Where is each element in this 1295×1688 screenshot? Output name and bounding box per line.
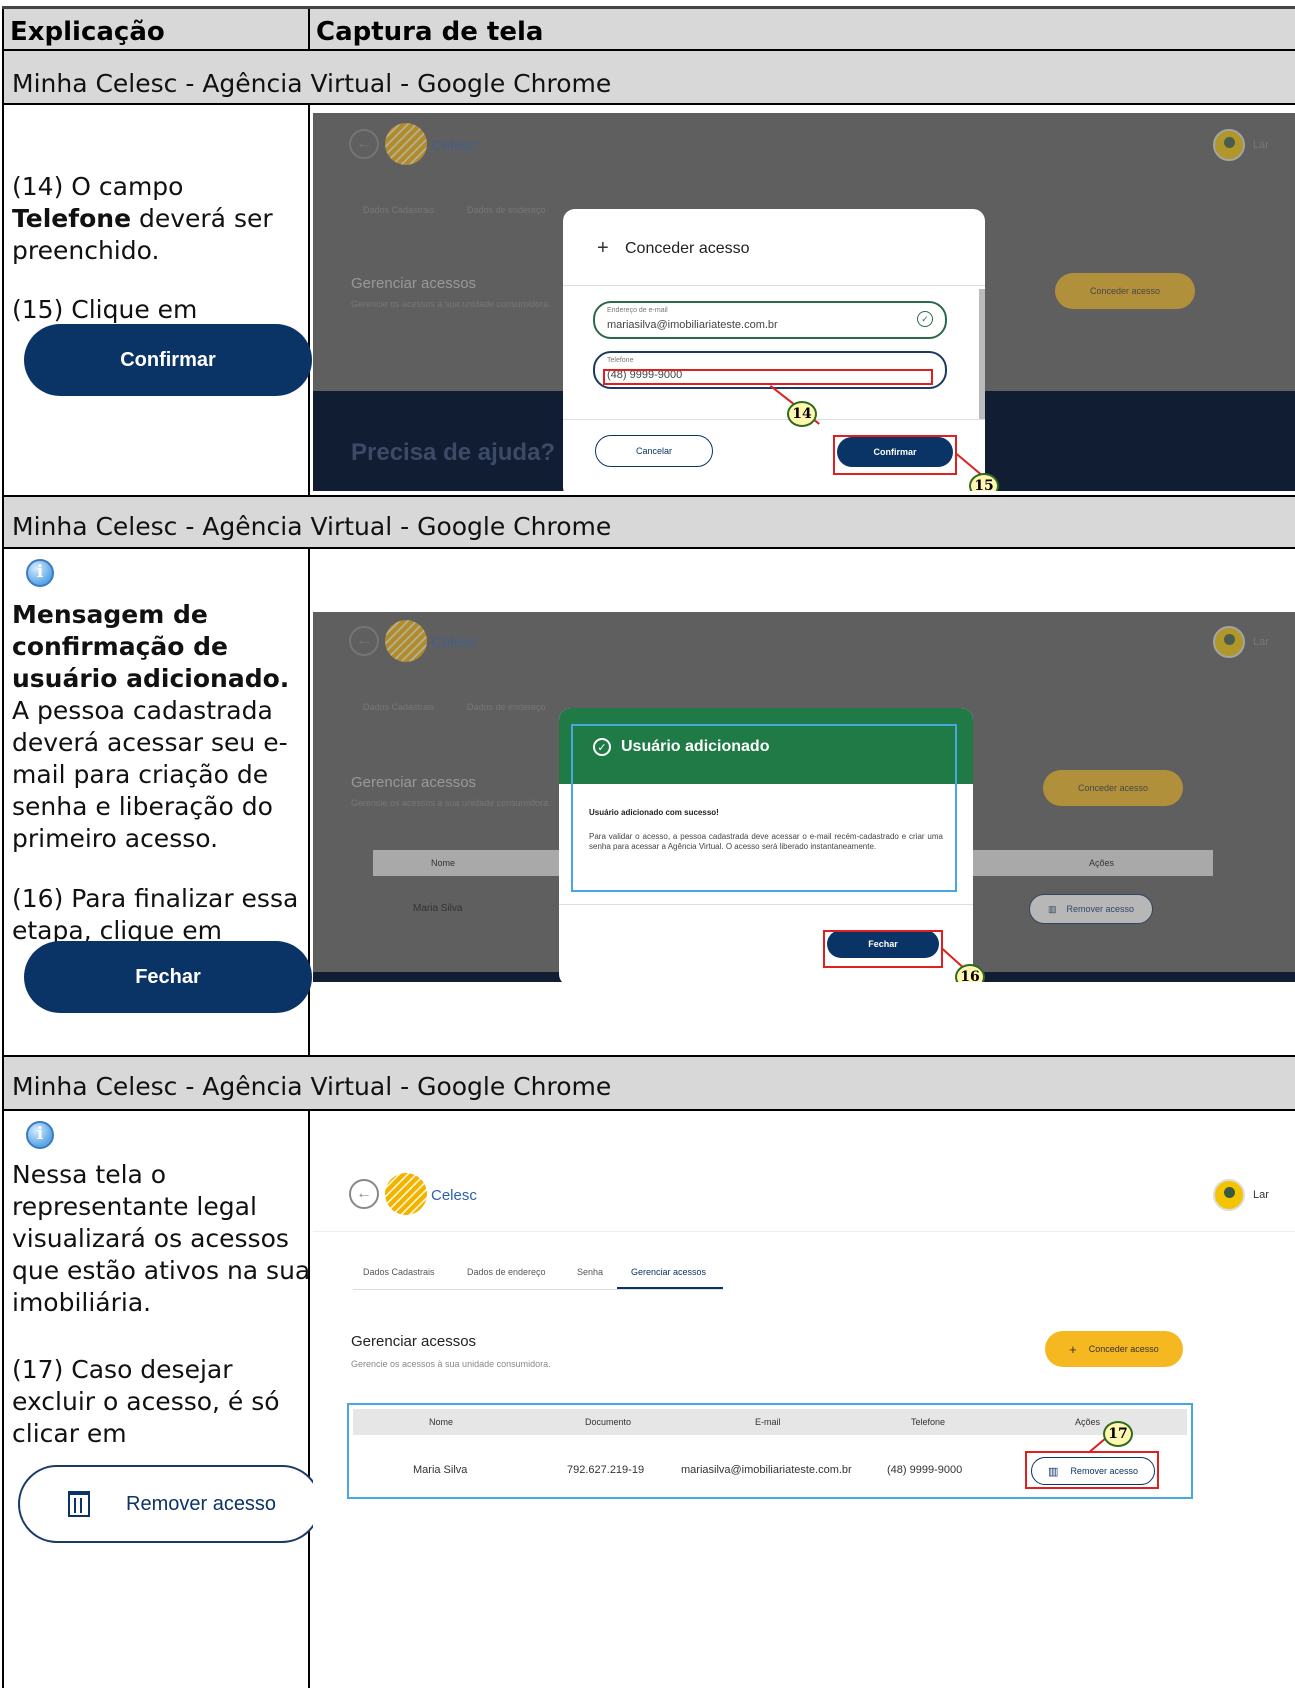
row3-description: Nessa tela o representante legal visuali… — [12, 1160, 311, 1317]
row-name: Maria Silva — [413, 903, 463, 914]
grid-line — [2, 1109, 1295, 1111]
row2-explanation: Mensagem de confirmação de usuário adici… — [12, 599, 312, 855]
row2-title: Mensagem de confirmação de usuário adici… — [12, 600, 290, 693]
trash-icon: ▥ — [1047, 903, 1057, 914]
highlight-remove — [1025, 1451, 1159, 1489]
user-name: Lar — [1253, 139, 1269, 151]
modal-scrollbar[interactable] — [979, 289, 985, 419]
row2-description: A pessoa cadastrada deverá acessar seu e… — [12, 696, 288, 853]
tab-dados-endereco[interactable]: Dados de endereço — [467, 1267, 546, 1277]
tab-dados-endereco[interactable]: Dados de endereço — [467, 205, 546, 215]
grid-line — [2, 547, 1295, 549]
grid-line — [2, 9, 4, 1688]
back-arrow-icon[interactable]: ← — [349, 626, 379, 656]
screenshot-user-added: ← Celesc Lar Dados Cadastrais Dados de e… — [313, 612, 1295, 982]
tab-dados-cadastrais[interactable]: Dados Cadastrais — [363, 1267, 435, 1277]
tab-dados-cadastrais[interactable]: Dados Cadastrais — [363, 702, 435, 712]
tab-divider — [353, 1289, 723, 1290]
remove-access-label: Remover acesso — [126, 1492, 277, 1515]
divider — [313, 1231, 1295, 1232]
row3-step-text: (17) Caso desejar excluir o acesso, é só… — [12, 1355, 280, 1448]
tab-dados-endereco[interactable]: Dados de endereço — [467, 702, 546, 712]
row2-step-text: (16) Para finalizar essa etapa, clique e… — [12, 884, 299, 945]
divider — [563, 419, 985, 420]
page-title: Gerenciar acessos — [351, 774, 477, 791]
row1-text-line: Telefone deverá ser preenchido. — [12, 203, 322, 267]
document-table: Explicação Captura de tela Minha Celesc … — [2, 6, 1295, 1688]
grant-access-label: Conceder acesso — [1088, 1344, 1159, 1354]
celesc-logo — [385, 123, 427, 165]
user-avatar[interactable] — [1213, 626, 1245, 658]
grant-access-button[interactable]: + Conceder acesso — [1045, 1331, 1183, 1367]
remove-access-button-sample: Remover acesso — [18, 1465, 321, 1543]
section-title-2: Minha Celesc - Agência Virtual - Google … — [12, 512, 612, 541]
callout-14: 14 — [787, 401, 817, 427]
user-name: Lar — [1253, 636, 1269, 648]
grid-line — [2, 495, 1295, 497]
page-subtitle: Gerencie os acessos à sua unidade consum… — [351, 798, 551, 808]
grant-access-button-bg[interactable]: Conceder acesso — [1043, 770, 1183, 806]
page-title: Gerenciar acessos — [351, 275, 477, 292]
check-icon: ✓ — [917, 311, 933, 327]
tab-dados-cadastrais[interactable]: Dados Cadastrais — [363, 205, 435, 215]
section-title-1: Minha Celesc - Agência Virtual - Google … — [12, 69, 612, 98]
column-actions: Ações — [1089, 858, 1115, 868]
brand-name: Celesc — [431, 634, 477, 651]
row1-explanation: (14) O campo Telefone deverá ser preench… — [12, 171, 322, 267]
grid-line — [2, 49, 1295, 51]
grant-access-button-bg[interactable]: Conceder acesso — [1055, 273, 1195, 309]
user-avatar[interactable] — [1213, 129, 1245, 161]
info-icon — [26, 559, 54, 587]
celesc-logo — [385, 620, 427, 662]
cancel-button[interactable]: Cancelar — [595, 435, 713, 467]
callout-17: 17 — [1103, 1421, 1133, 1447]
header-screenshot: Captura de tela — [316, 17, 544, 47]
help-title: Precisa de ajuda? — [351, 439, 556, 466]
back-arrow-icon[interactable]: ← — [349, 1179, 379, 1209]
page-subtitle: Gerencie os acessos à sua unidade consum… — [351, 299, 551, 309]
user-avatar[interactable] — [1213, 1179, 1245, 1211]
row1-text-a: (14) O campo — [12, 172, 184, 201]
modal-title: Conceder acesso — [625, 240, 750, 257]
phone-label: Telefone — [607, 357, 634, 364]
close-button-sample: Fechar — [24, 941, 312, 1013]
trash-icon — [68, 1491, 90, 1517]
email-label: Endereço de e-mail — [607, 307, 668, 314]
divider — [563, 285, 985, 286]
brand-name: Celesc — [431, 137, 477, 154]
section-title-3: Minha Celesc - Agência Virtual - Google … — [12, 1072, 612, 1101]
grid-line — [2, 103, 1295, 105]
tab-senha[interactable]: Senha — [577, 1267, 603, 1277]
grid-line — [308, 9, 310, 51]
divider — [559, 904, 973, 905]
confirm-button-sample: Confirmar — [24, 324, 312, 396]
email-field[interactable]: Endereço de e-mail mariasilva@imobiliari… — [593, 301, 947, 339]
table-header: Explicação Captura de tela — [2, 9, 1295, 49]
highlight-confirm — [833, 435, 957, 475]
screenshot-manage-access: ← Celesc Lar Dados Cadastrais Dados de e… — [313, 1159, 1295, 1529]
grid-line — [2, 1055, 1295, 1057]
remove-access-label: Remover acesso — [1066, 904, 1135, 914]
row1-step-text: (15) Clique em — [12, 295, 198, 324]
remove-access-button-bg[interactable]: ▥ Remover acesso — [1029, 894, 1153, 924]
info-icon — [26, 1121, 54, 1149]
screenshot-confirm-access: ← Celesc Lar Dados Cadastrais Dados de e… — [313, 113, 1295, 491]
plus-icon: + — [1069, 1341, 1077, 1357]
plus-icon: + — [597, 237, 609, 259]
user-name: Lar — [1253, 1189, 1269, 1201]
celesc-logo — [385, 1173, 427, 1215]
highlight-close — [823, 930, 943, 968]
page-title: Gerenciar acessos — [351, 1333, 477, 1350]
column-name: Nome — [431, 858, 456, 868]
row1-field-name: Telefone — [12, 204, 132, 233]
page-subtitle: Gerencie os acessos à sua unidade consum… — [351, 1359, 551, 1369]
back-arrow-icon[interactable]: ← — [349, 129, 379, 159]
highlight-phone — [603, 369, 933, 385]
tab-gerenciar-acessos[interactable]: Gerenciar acessos — [631, 1267, 706, 1277]
highlight-message — [571, 724, 957, 892]
header-explanation: Explicação — [10, 17, 165, 47]
callout-16: 16 — [955, 964, 985, 982]
email-value: mariasilva@imobiliariateste.com.br — [607, 319, 778, 331]
brand-name: Celesc — [431, 1187, 477, 1204]
